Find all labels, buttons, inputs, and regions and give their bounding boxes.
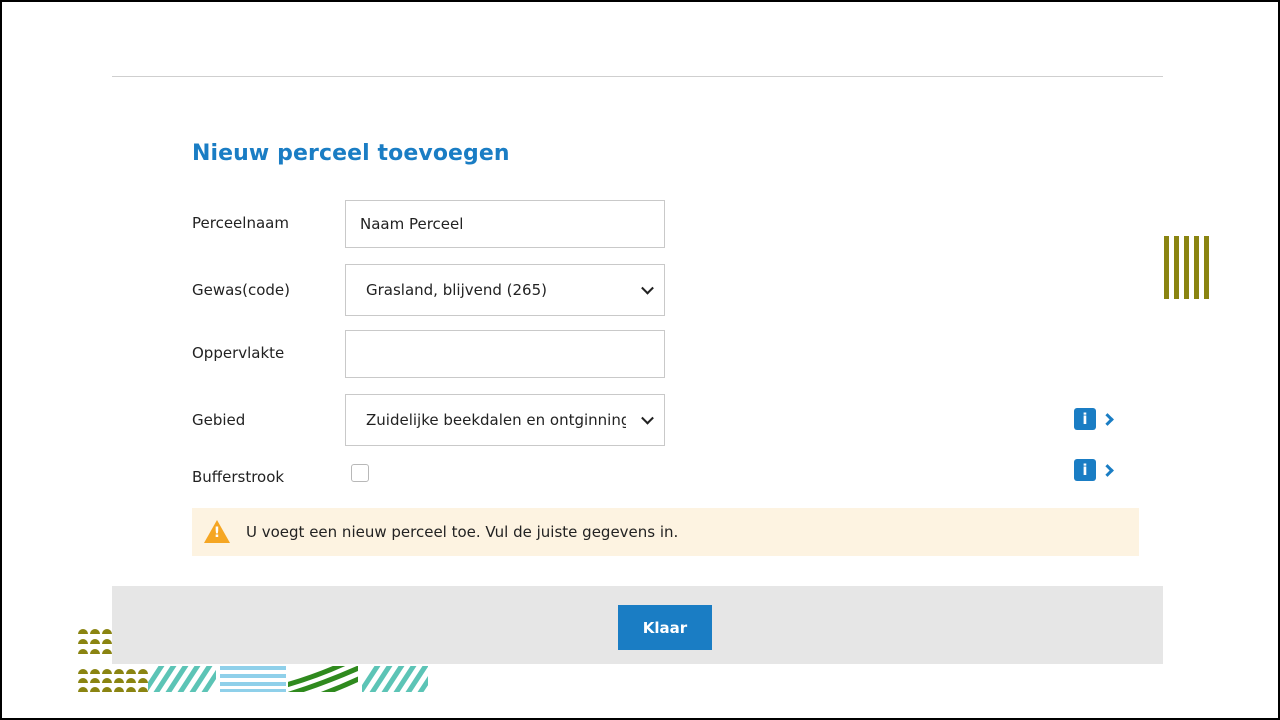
info-icon: i xyxy=(1074,459,1096,481)
info-icon: i xyxy=(1074,408,1096,430)
gebied-info-link[interactable]: i xyxy=(1074,408,1122,430)
decorative-bars-graphic xyxy=(1164,236,1209,299)
bufferstrook-label: Bufferstrook xyxy=(192,468,285,486)
oppervlakte-input[interactable] xyxy=(345,330,665,378)
page-title: Nieuw perceel toevoegen xyxy=(192,141,510,166)
alert-message: U voegt een nieuw perceel toe. Vul de ju… xyxy=(246,523,679,541)
perceelnaam-value: Naam Perceel xyxy=(360,215,464,233)
chevron-right-icon xyxy=(1101,463,1114,477)
gewas-label: Gewas(code) xyxy=(192,281,291,299)
gewas-selected-value: Grasland, blijvend (265) xyxy=(366,281,547,299)
gewas-select[interactable]: Grasland, blijvend (265) xyxy=(345,264,665,316)
chevron-down-icon xyxy=(641,281,654,295)
chevron-right-icon xyxy=(1101,412,1114,426)
warning-icon: ! xyxy=(204,520,230,544)
klaar-button[interactable]: Klaar xyxy=(618,605,712,650)
perceelnaam-input[interactable]: Naam Perceel xyxy=(345,200,665,248)
warning-alert: ! U voegt een nieuw perceel toe. Vul de … xyxy=(192,508,1139,556)
perceelnaam-label: Perceelnaam xyxy=(192,214,289,232)
page-frame: Nieuw perceel toevoegen Perceelnaam Naam… xyxy=(0,0,1280,720)
gebied-label: Gebied xyxy=(192,411,246,429)
oppervlakte-label: Oppervlakte xyxy=(192,344,285,362)
gebied-select[interactable]: Zuidelijke beekdalen en ontginningen xyxy=(345,394,665,446)
bufferstrook-checkbox[interactable] xyxy=(351,464,369,482)
bufferstrook-info-link[interactable]: i xyxy=(1074,459,1122,481)
chevron-down-icon xyxy=(641,411,654,425)
top-divider xyxy=(112,76,1163,77)
gebied-selected-value: Zuidelijke beekdalen en ontginningen xyxy=(366,411,626,429)
form-footer: Klaar xyxy=(112,586,1163,664)
